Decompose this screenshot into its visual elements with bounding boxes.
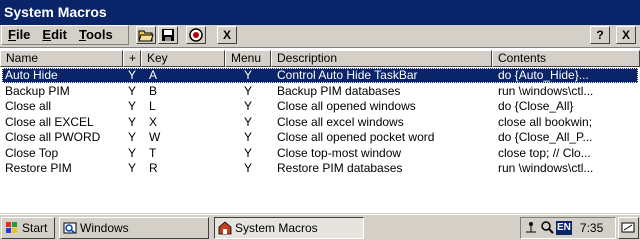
explorer-icon — [63, 222, 77, 234]
record-icon — [189, 28, 203, 42]
macro-row[interactable]: Auto Hide Y A Y Control Auto Hide TaskBar do … — [2, 68, 638, 83]
macro-row[interactable]: Close all PWORD Y W Y Close all opened pocke… — [2, 130, 638, 145]
cell-plus: Y — [128, 83, 137, 98]
column-header-menu[interactable]: Menu — [225, 50, 271, 67]
cell-key: B — [149, 83, 158, 98]
cell-contents: close all bookwin; — [498, 114, 593, 129]
cell-contents: do {Close_All} — [498, 99, 574, 113]
system-macros-icon — [218, 221, 232, 235]
menu-tools[interactable]: Tools — [73, 26, 119, 44]
delete-button[interactable]: X — [217, 26, 237, 44]
cell-description: Close all excel windows — [277, 114, 404, 129]
cell-description: Control Auto Hide TaskBar — [277, 68, 418, 82]
help-icon: ? — [596, 28, 604, 42]
cell-key: W — [149, 130, 161, 144]
cell-menu: Y — [244, 161, 253, 175]
cell-contents: do {Close_All_P... — [498, 130, 593, 144]
clock[interactable]: 7:35 — [580, 221, 603, 235]
start-button[interactable]: Start — [1, 217, 55, 239]
cell-contents: close top; // Clo... — [498, 145, 591, 160]
windows-logo-icon — [6, 222, 17, 233]
menu-edit[interactable]: Edit — [36, 26, 73, 44]
cell-name: Auto Hide — [5, 68, 58, 82]
cell-menu: Y — [244, 145, 253, 160]
cell-name: Close Top — [5, 145, 59, 160]
cell-menu: Y — [244, 130, 253, 144]
desktop-icon — [621, 222, 635, 233]
window-title: System Macros — [4, 4, 107, 20]
open-folder-button[interactable] — [136, 26, 156, 44]
column-header-key[interactable]: Key — [141, 50, 225, 67]
task-system-macros[interactable]: System Macros — [214, 217, 364, 239]
cell-plus: Y — [128, 145, 137, 160]
column-header-contents[interactable]: Contents — [492, 50, 640, 67]
task-windows-label: Windows — [80, 221, 129, 235]
cell-key: R — [149, 161, 158, 175]
cell-key: X — [149, 114, 158, 129]
cell-plus: Y — [128, 130, 137, 144]
cell-contents: run \windows\ctl... — [498, 83, 594, 98]
cell-description: Close all opened windows — [277, 99, 416, 113]
help-button[interactable]: ? — [590, 26, 610, 44]
network-icon[interactable] — [524, 220, 538, 237]
delete-icon: X — [222, 28, 231, 42]
cell-contents: run \windows\ctl... — [498, 161, 594, 175]
column-header-plus[interactable]: + — [123, 50, 141, 67]
macro-row[interactable]: Close Top Y T Y Close top-most window close t… — [2, 146, 638, 161]
macro-row[interactable]: Restore PIM Y R Y Restore PIM databases run \… — [2, 161, 638, 176]
task-system-macros-label: System Macros — [235, 221, 318, 235]
column-header-description[interactable]: Description — [271, 50, 492, 67]
cell-name: Backup PIM — [5, 83, 70, 98]
input-language-indicator[interactable]: EN — [556, 221, 572, 235]
column-header-name[interactable]: Name — [0, 50, 123, 67]
cell-menu: Y — [244, 99, 253, 113]
taskbar: Start Windows System Macros EN 7:35 — [0, 214, 640, 240]
macro-row[interactable]: Backup PIM Y B Y Backup PIM databases run \wi… — [2, 84, 638, 99]
task-windows[interactable]: Windows — [59, 217, 209, 239]
macro-row[interactable]: Close all Y L Y Close all opened windows do {… — [2, 99, 638, 114]
close-icon: X — [621, 28, 630, 42]
menu-toolbar: File Edit Tools X ? X — [0, 25, 640, 45]
cell-key: A — [149, 68, 158, 82]
start-label: Start — [22, 221, 48, 235]
cell-plus: Y — [128, 161, 137, 175]
search-icon[interactable] — [540, 220, 554, 237]
title-bar: System Macros — [0, 0, 640, 25]
cell-description: Backup PIM databases — [277, 83, 401, 98]
cell-key: T — [149, 145, 157, 160]
cell-description: Restore PIM databases — [277, 161, 403, 175]
cell-description: Close top-most window — [277, 145, 402, 160]
cell-name: Close all EXCEL — [5, 114, 94, 129]
cell-name: Restore PIM — [5, 161, 72, 175]
cell-menu: Y — [244, 114, 253, 129]
close-button[interactable]: X — [616, 26, 636, 44]
cell-key: L — [149, 99, 156, 113]
macro-row[interactable]: Close all EXCEL Y X Y Close all excel window… — [2, 115, 638, 130]
cell-plus: Y — [128, 114, 137, 129]
record-button[interactable] — [186, 26, 206, 44]
cell-contents: do {Auto_Hide}... — [498, 68, 589, 82]
system-tray: EN 7:35 — [520, 217, 616, 239]
show-desktop-button[interactable] — [618, 217, 639, 239]
macro-list[interactable]: Name + Key Menu Description Contents Aut… — [0, 47, 640, 213]
cell-description: Close all opened pocket word — [277, 130, 435, 144]
cell-plus: Y — [128, 68, 137, 82]
cell-name: Close all PWORD — [5, 130, 101, 144]
cell-plus: Y — [128, 99, 137, 113]
open-folder-icon — [138, 30, 154, 42]
menu-bar: File Edit Tools — [1, 25, 129, 45]
cell-menu: Y — [244, 68, 253, 82]
cell-menu: Y — [244, 83, 253, 98]
floppy-disk-icon — [162, 29, 174, 41]
cell-name: Close all — [5, 99, 52, 113]
save-button[interactable] — [158, 26, 178, 44]
menu-file[interactable]: File — [2, 26, 36, 44]
